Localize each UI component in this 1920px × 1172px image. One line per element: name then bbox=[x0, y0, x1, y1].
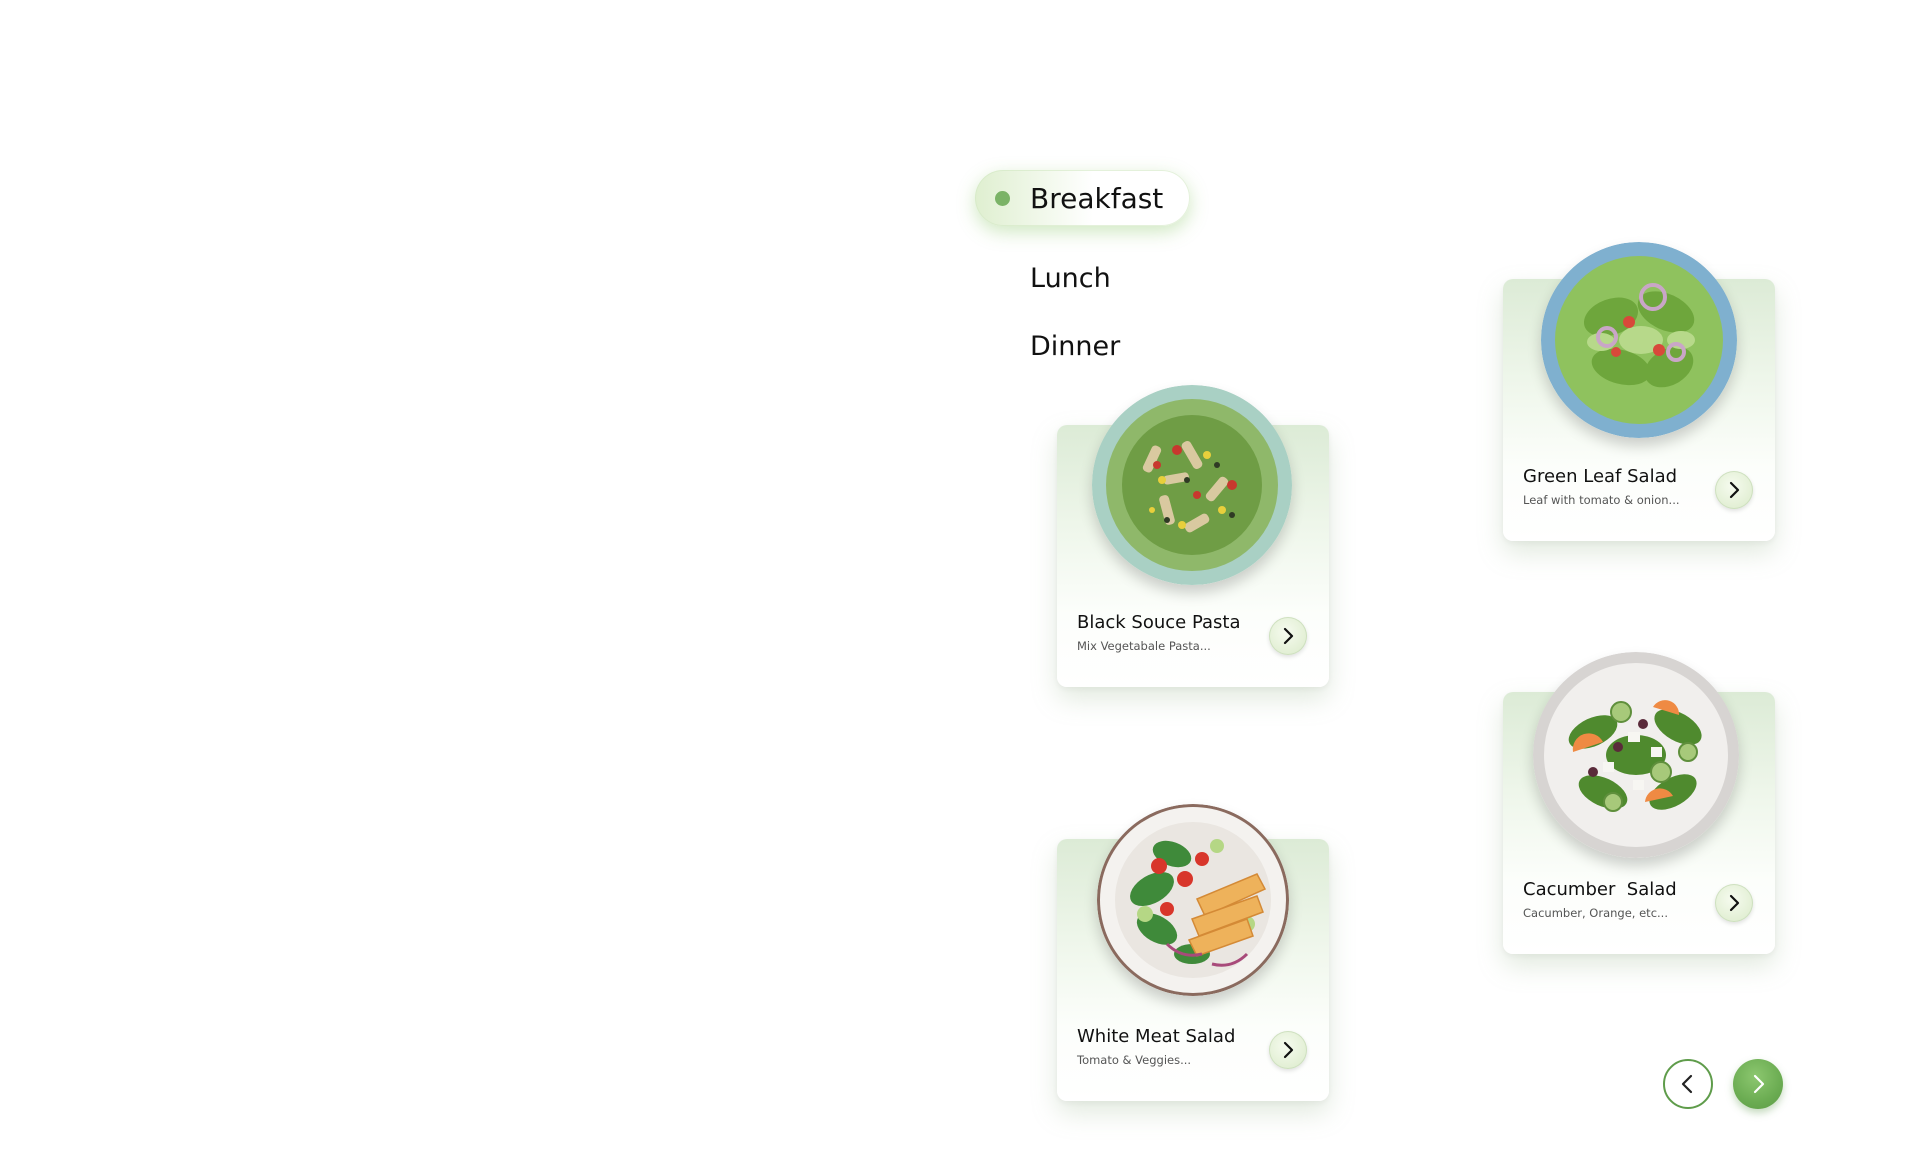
dish-image-white-meat-salad bbox=[1097, 804, 1289, 996]
chevron-right-icon bbox=[1753, 1074, 1765, 1094]
previous-page-button[interactable] bbox=[1663, 1059, 1713, 1109]
chevron-right-icon bbox=[1729, 481, 1740, 499]
tab-breakfast-label: Breakfast bbox=[1030, 182, 1164, 215]
open-dish-button[interactable] bbox=[1269, 1031, 1307, 1069]
chevron-right-icon bbox=[1283, 1041, 1294, 1059]
tab-breakfast[interactable]: Breakfast bbox=[975, 170, 1190, 226]
tab-dinner[interactable]: Dinner bbox=[1030, 333, 1120, 360]
open-dish-button[interactable] bbox=[1715, 471, 1753, 509]
food-card-description: Leaf with tomato & onion... bbox=[1523, 493, 1680, 507]
tab-lunch[interactable]: Lunch bbox=[1030, 265, 1111, 292]
chevron-right-icon bbox=[1283, 627, 1294, 645]
open-dish-button[interactable] bbox=[1269, 617, 1307, 655]
food-card-title: Green Leaf Salad bbox=[1523, 466, 1678, 487]
open-dish-button[interactable] bbox=[1715, 884, 1753, 922]
food-card-description: Mix Vegetabale Pasta... bbox=[1077, 639, 1211, 653]
active-indicator-dot bbox=[995, 191, 1010, 206]
dish-image-green-leaf-salad bbox=[1541, 242, 1737, 438]
next-page-button[interactable] bbox=[1733, 1059, 1783, 1109]
chevron-right-icon bbox=[1729, 894, 1740, 912]
chevron-left-icon bbox=[1681, 1074, 1693, 1094]
food-card-title: Black Souce Pasta bbox=[1077, 612, 1241, 633]
food-card-title: White Meat Salad bbox=[1077, 1026, 1236, 1047]
dish-image-cacumber-salad bbox=[1533, 652, 1739, 858]
dish-image-pasta bbox=[1092, 385, 1292, 585]
food-card-description: Cacumber, Orange, etc... bbox=[1523, 906, 1668, 920]
menu-page: Breakfast Lunch Dinner Black Souce Pasta… bbox=[0, 0, 1920, 1172]
food-card-description: Tomato & Veggies... bbox=[1077, 1053, 1192, 1067]
food-card-title: Cacumber Salad bbox=[1523, 879, 1677, 900]
